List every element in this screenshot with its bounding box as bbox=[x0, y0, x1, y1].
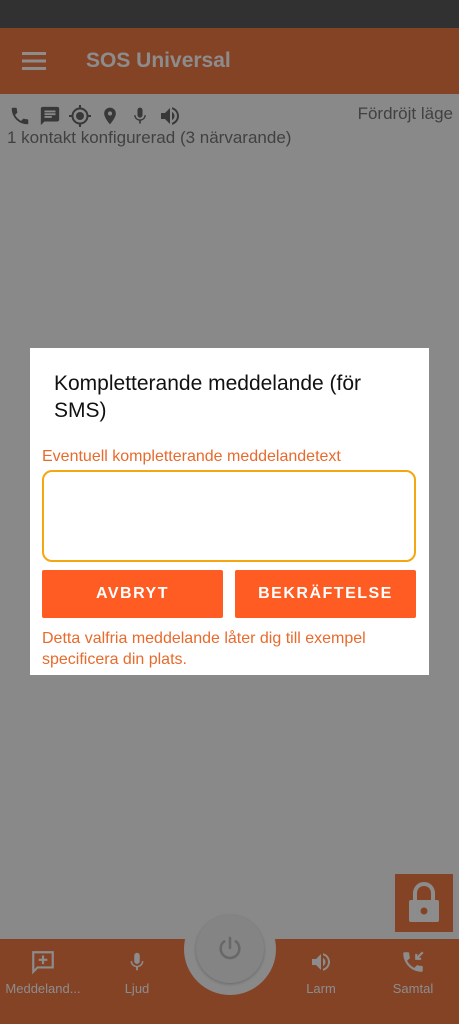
dialog-title: Kompletterande meddelande (för SMS) bbox=[54, 372, 362, 422]
confirm-button[interactable]: BEKRÄFTELSE bbox=[235, 570, 416, 618]
dialog-note: Detta valfria meddelande låter dig till … bbox=[42, 630, 366, 668]
message-field-hint: Eventuell kompletterande meddelandetext bbox=[42, 448, 341, 465]
supplementary-message-dialog: Kompletterande meddelande (för SMS) Even… bbox=[30, 348, 429, 675]
cancel-button[interactable]: AVBRYT bbox=[42, 570, 223, 618]
message-input[interactable] bbox=[42, 470, 416, 562]
